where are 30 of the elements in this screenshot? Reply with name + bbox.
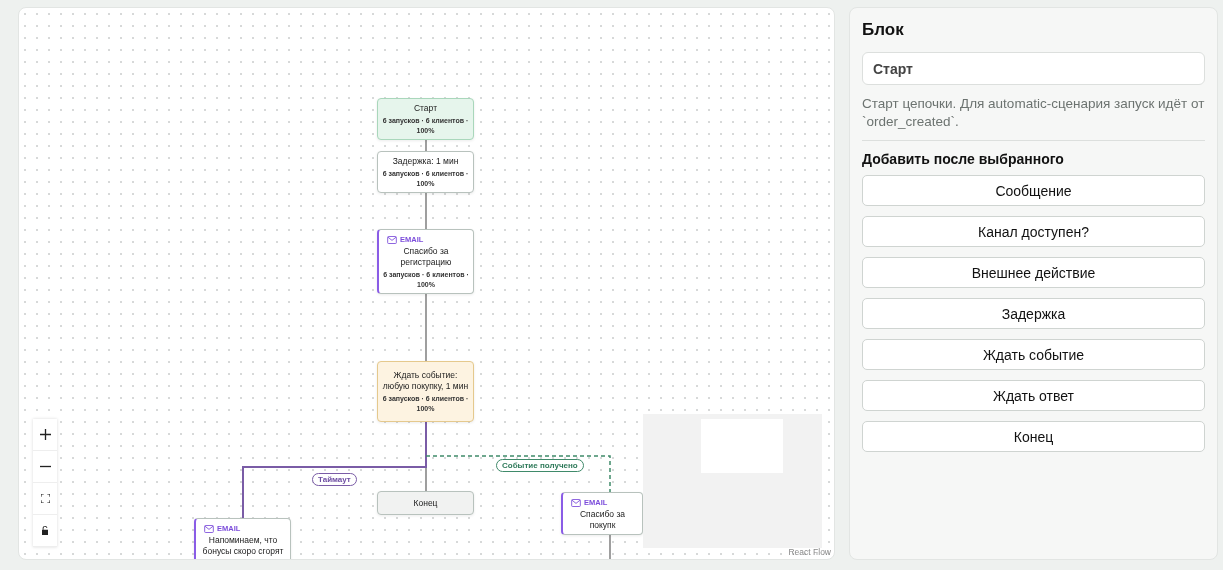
edge-label[interactable]: Таймаут <box>312 473 357 486</box>
node-title: Конец <box>413 497 438 509</box>
mail-icon <box>571 498 581 507</box>
panel-title: Блок <box>862 20 905 40</box>
add-block-button[interactable]: Сообщение <box>862 175 1205 206</box>
zoom-in-icon[interactable] <box>33 419 57 451</box>
lock-icon[interactable] <box>33 515 57 547</box>
connector-line <box>425 292 427 362</box>
connector-line <box>425 192 427 230</box>
block-description: Старт цепочки. Для automatic-сценария запуск идёт от `order_created`. <box>862 95 1205 131</box>
node-title: Спасибо за регистрацию <box>399 246 453 268</box>
flow-node[interactable]: Конец <box>377 491 474 515</box>
add-block-button[interactable]: Конец <box>862 421 1205 452</box>
mail-icon <box>204 524 214 533</box>
node-title: Задержка: 1 мин <box>392 155 459 167</box>
node-title: Ждать событие: любую покупку, 1 мин <box>382 369 469 392</box>
node-title: Напоминаем, что бонусы скоро сгорят <box>201 535 285 557</box>
connector-line <box>425 139 427 152</box>
attribution-text[interactable]: React Flow <box>788 547 831 557</box>
add-block-button[interactable]: Внешнее действие <box>862 257 1205 288</box>
add-block-button[interactable]: Ждать ответ <box>862 380 1205 411</box>
add-block-button[interactable]: Канал доступен? <box>862 216 1205 247</box>
add-block-button[interactable]: Задержка <box>862 298 1205 329</box>
add-block-button[interactable]: Ждать событие <box>862 339 1205 370</box>
name-field[interactable]: Старт <box>862 52 1205 85</box>
edge-label[interactable]: Событие получено <box>496 459 584 472</box>
mail-icon <box>387 235 397 244</box>
node-title: Старт <box>413 102 438 114</box>
section-title: Добавить после выбранного <box>862 151 1065 167</box>
node-title: Спасибо за покупк <box>578 509 627 531</box>
